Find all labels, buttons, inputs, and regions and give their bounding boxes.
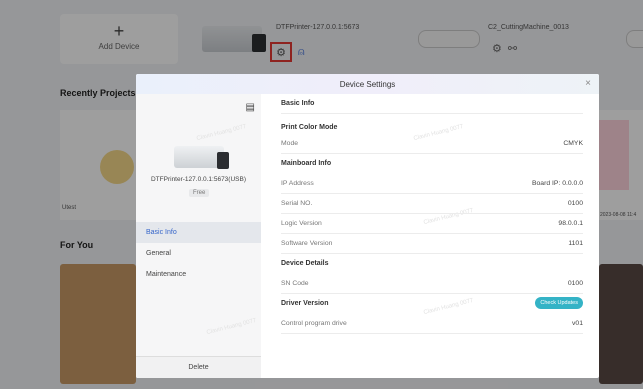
row-value: 98.0.0.1 bbox=[558, 220, 583, 227]
info-row-ip: IP Address Board IP: 0.0.0.0 bbox=[281, 174, 583, 194]
watermark: Clavin Huang 0077 bbox=[196, 123, 248, 143]
row-value: CMYK bbox=[563, 140, 583, 147]
menu-item-basic-info[interactable]: Basic Info bbox=[136, 222, 261, 243]
row-value: 0100 bbox=[567, 200, 583, 207]
print-color-mode-header: Print Color Mode bbox=[281, 114, 583, 134]
row-key: IP Address bbox=[281, 180, 314, 187]
row-key: SN Code bbox=[281, 280, 309, 287]
printer-image bbox=[174, 146, 229, 169]
section-title: Mainboard Info bbox=[281, 160, 332, 167]
delete-button[interactable]: Delete bbox=[136, 356, 261, 378]
section-title: Driver Version bbox=[281, 300, 329, 307]
row-key: Control program drive bbox=[281, 320, 347, 327]
watermark: Clavin Huang 0077 bbox=[206, 317, 258, 337]
driver-version-header: Driver Version Check Updates bbox=[281, 294, 583, 314]
device-details-header: Device Details bbox=[281, 254, 583, 274]
info-row-serial: Serial NO. 0100 bbox=[281, 194, 583, 214]
dialog-title: Device Settings bbox=[339, 80, 396, 89]
row-key: Serial NO. bbox=[281, 200, 313, 207]
content-title-text: Basic Info bbox=[281, 100, 315, 107]
settings-menu: Basic Info General Maintenance bbox=[136, 222, 261, 285]
status-badge: Free bbox=[189, 189, 210, 197]
row-value: Board IP: 0.0.0.0 bbox=[531, 180, 583, 187]
device-sidebar: ▤ Clavin Huang 0077 DTFPrinter-127.0.0.1… bbox=[136, 94, 261, 378]
close-icon[interactable]: × bbox=[585, 78, 591, 89]
info-row-logic-version: Logic Version 98.0.0.1 bbox=[281, 214, 583, 234]
info-row-sn-code: SN Code 0100 bbox=[281, 274, 583, 294]
row-key: Software Version bbox=[281, 240, 333, 247]
row-key: Mode bbox=[281, 140, 299, 147]
dialog-header: Device Settings × bbox=[136, 74, 599, 94]
device-settings-dialog: Device Settings × ▤ Clavin Huang 0077 DT… bbox=[136, 74, 599, 378]
row-value: 0100 bbox=[567, 280, 583, 287]
row-value: 1101 bbox=[568, 240, 583, 247]
clipboard-icon[interactable]: ▤ bbox=[246, 102, 255, 113]
content-title: Basic Info bbox=[281, 94, 583, 114]
row-key: Logic Version bbox=[281, 220, 322, 227]
check-updates-button[interactable]: Check Updates bbox=[535, 297, 583, 309]
device-full-name: DTFPrinter-127.0.0.1:5673(USB) bbox=[150, 176, 246, 183]
menu-item-maintenance[interactable]: Maintenance bbox=[136, 264, 261, 285]
info-row-software-version: Software Version 1101 bbox=[281, 234, 583, 254]
info-row-control-drive: Control program drive v01 bbox=[281, 314, 583, 334]
menu-item-general[interactable]: General bbox=[136, 243, 261, 264]
mainboard-info-header: Mainboard Info bbox=[281, 154, 583, 174]
row-value: v01 bbox=[572, 320, 583, 327]
section-title: Device Details bbox=[281, 260, 329, 267]
section-title: Print Color Mode bbox=[281, 124, 338, 131]
info-row-mode: Mode CMYK bbox=[281, 134, 583, 154]
settings-content: Clavin Huang 0077 Clavin Huang 0077 Clav… bbox=[273, 94, 589, 378]
